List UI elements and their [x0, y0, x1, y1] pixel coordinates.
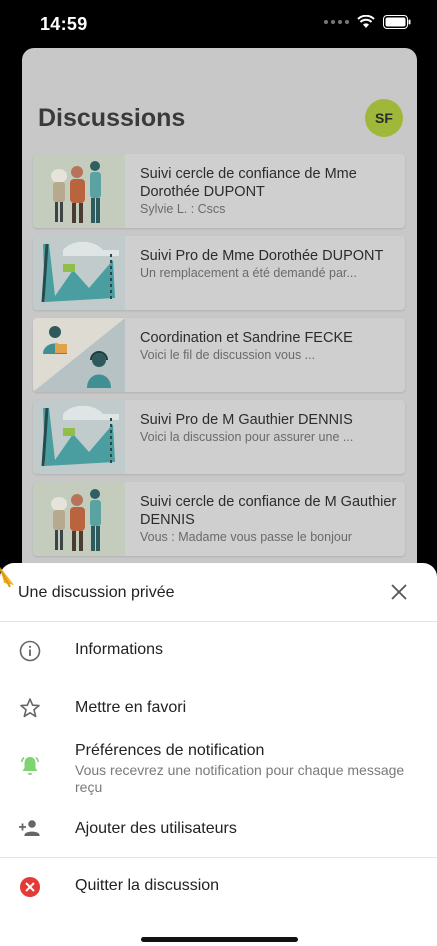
conversation-title: Suivi Pro de Mme Dorothée DUPONT [140, 248, 384, 264]
star-outline-icon [20, 698, 40, 718]
conversation-preview: Vous : Madame vous passe le bonjour [140, 530, 352, 544]
bell-ring-icon [20, 756, 40, 775]
menu-item-label: Mettre en favori [75, 699, 187, 716]
coordination-illustration [33, 318, 125, 392]
close-icon[interactable] [389, 582, 409, 602]
menu-item-description: Vous recevrez une notification pour chaq… [75, 762, 405, 795]
status-bar: 14:59 [0, 0, 437, 46]
menu-item-label: Ajouter des utilisateurs [75, 820, 237, 837]
sheet-header: Une discussion privée [0, 563, 437, 622]
conversation-preview: Voici la discussion pour assurer une ... [140, 430, 354, 444]
pro-tools-illustration [33, 236, 125, 310]
add-person-icon [19, 820, 40, 836]
family-group-illustration [33, 482, 125, 556]
battery-icon [383, 15, 411, 29]
conversation-item[interactable]: Suivi Pro de Mme Dorothée DUPONT Un remp… [33, 236, 405, 310]
conversation-preview: Un remplacement a été demandé par... [140, 266, 357, 280]
pointer-arrow-icon [0, 567, 14, 588]
action-bottom-sheet: Une discussion privée Informations Mettr… [0, 563, 437, 946]
conversation-item[interactable]: Suivi Pro de M Gauthier DENNIS Voici la … [33, 400, 405, 474]
conversation-title: Suivi cercle de confiance de M Gauthier … [140, 494, 397, 528]
page-title: Discussions [38, 104, 186, 132]
menu-item-leave-discussion[interactable]: Quitter la discussion [0, 858, 437, 914]
menu-item-add-users[interactable]: Ajouter des utilisateurs [0, 802, 437, 856]
conversation-title: Coordination et Sandrine FECKE [140, 330, 353, 346]
conversation-preview: Voici le fil de discussion vous ... [140, 348, 316, 362]
menu-item-label: Informations [75, 641, 164, 658]
home-indicator [141, 937, 298, 942]
conversation-title: Suivi cercle de confiance de Mme Dorothé… [140, 166, 357, 200]
close-circle-icon [20, 877, 40, 897]
menu-item-label: Préférences de notification [75, 742, 265, 759]
sheet-title: Une discussion privée [18, 584, 175, 601]
conversation-list: Suivi cercle de confiance de Mme Dorothé… [33, 154, 405, 564]
status-time: 14:59 [40, 14, 88, 34]
conversation-item[interactable]: Suivi cercle de confiance de Mme Dorothé… [33, 154, 405, 228]
conversation-item[interactable]: Coordination et Sandrine FECKE Voici le … [33, 318, 405, 392]
wifi-icon [357, 15, 375, 28]
menu-item-favorite[interactable]: Mettre en favori [0, 680, 437, 738]
signal-icon [324, 20, 349, 24]
conversation-title: Suivi Pro de M Gauthier DENNIS [140, 412, 353, 428]
family-group-illustration [33, 154, 125, 228]
info-icon [19, 640, 41, 662]
discussions-screen: Discussions SF Suivi cercle de confiance… [22, 48, 417, 608]
menu-item-notification-preferences[interactable]: Préférences de notification Vous recevre… [0, 738, 437, 802]
status-icons [324, 15, 411, 29]
menu-item-label: Quitter la discussion [75, 877, 220, 894]
conversation-item[interactable]: Suivi cercle de confiance de M Gauthier … [33, 482, 405, 556]
menu-item-informations[interactable]: Informations [0, 622, 437, 680]
pro-tools-illustration [33, 400, 125, 474]
conversation-preview: Sylvie L. : Cscs [140, 202, 226, 216]
avatar[interactable]: SF [365, 99, 403, 137]
